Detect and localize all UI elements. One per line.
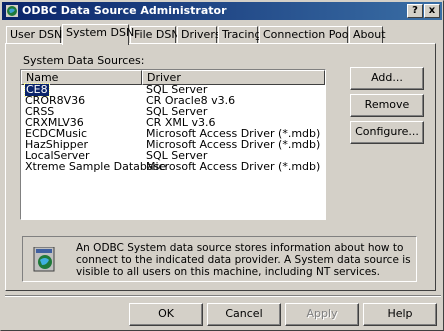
apply-button-label: Apply	[306, 307, 338, 320]
ok-button[interactable]: OK	[129, 303, 203, 326]
tab-system-dsn[interactable]: System DSN	[62, 24, 134, 45]
odbc-app-icon	[6, 5, 18, 17]
window-title: ODBC Data Source Administrator	[22, 4, 227, 17]
system-data-sources-label: System Data Sources:	[23, 54, 145, 67]
tab-user-dsn[interactable]: User DSN	[6, 26, 62, 44]
tab-drivers[interactable]: Drivers	[177, 26, 221, 44]
remove-button-label: Remove	[364, 98, 410, 111]
help-dialog-button[interactable]: Help	[363, 303, 437, 326]
ok-button-label: OK	[158, 307, 174, 320]
dsn-list[interactable]: Name Driver CE8 SQL Server CROR8V36 CR O…	[20, 69, 326, 220]
title-bar[interactable]: ODBC Data Source Administrator ? x	[2, 2, 442, 20]
info-text: An ODBC System data source stores inform…	[76, 242, 411, 278]
cancel-button-label: Cancel	[225, 307, 263, 320]
apply-button[interactable]: Apply	[285, 303, 359, 326]
help-button[interactable]: ?	[407, 4, 423, 18]
tab-tracing[interactable]: Tracing	[218, 26, 261, 44]
tab-about[interactable]: About	[349, 26, 386, 44]
tab-file-dsn[interactable]: File DSN	[130, 26, 180, 44]
data-source-icon	[33, 247, 55, 272]
tab-strip: User DSN System DSN File DSN Drivers Tra…	[1, 24, 444, 45]
remove-button[interactable]: Remove	[350, 94, 424, 117]
close-button[interactable]: x	[424, 4, 440, 18]
help-button-label: Help	[387, 307, 413, 320]
list-item[interactable]: Xtreme Sample Database Microsoft Access …	[21, 160, 323, 173]
configure-button-label: Configure...	[355, 125, 419, 138]
info-box: An ODBC System data source stores inform…	[22, 236, 417, 282]
tab-connection-pooling[interactable]: Connection Pooling	[259, 26, 369, 44]
footer-separator	[5, 295, 441, 297]
configure-button[interactable]: Configure...	[350, 121, 424, 144]
row-driver: Microsoft Access Driver (*.mdb)	[146, 160, 321, 173]
cancel-button[interactable]: Cancel	[207, 303, 281, 326]
odbc-admin-window: ODBC Data Source Administrator ? x User …	[0, 0, 444, 331]
row-name: Xtreme Sample Database	[25, 160, 167, 173]
add-button-label: Add...	[371, 71, 403, 84]
add-button[interactable]: Add...	[350, 67, 424, 90]
